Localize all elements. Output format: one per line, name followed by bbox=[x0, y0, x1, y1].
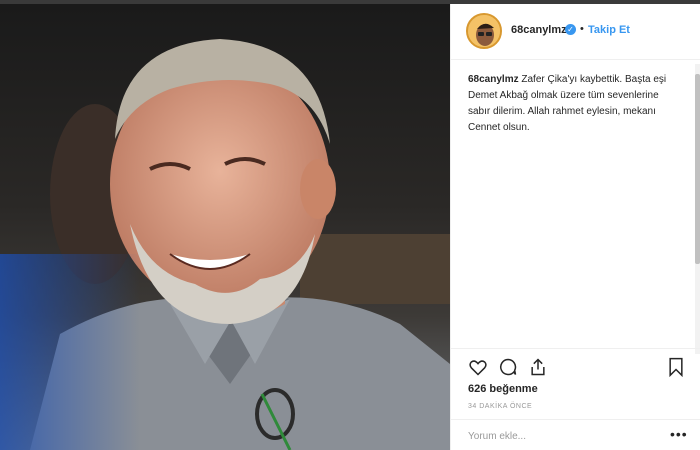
avatar-illustration bbox=[468, 15, 500, 47]
scrollbar-thumb[interactable] bbox=[695, 74, 700, 264]
follow-button[interactable]: Takip Et bbox=[588, 24, 630, 36]
share-icon[interactable] bbox=[528, 357, 548, 377]
post-header: 68canylmz ✓ • Takip Et bbox=[451, 4, 700, 60]
username-link[interactable]: 68canylmz bbox=[511, 24, 567, 36]
more-options-button[interactable]: ••• bbox=[670, 426, 688, 442]
post-photo bbox=[0, 4, 450, 450]
caption-username-link[interactable]: 68canylmz bbox=[468, 74, 519, 85]
comment-input[interactable] bbox=[468, 428, 648, 444]
bookmark-icon[interactable] bbox=[667, 357, 685, 377]
comment-icon[interactable] bbox=[498, 357, 518, 377]
comment-box: ••• bbox=[451, 419, 700, 450]
verified-badge-icon: ✓ bbox=[565, 24, 576, 35]
portrait-illustration bbox=[0, 39, 450, 450]
separator-dot: • bbox=[580, 23, 584, 35]
avatar[interactable] bbox=[466, 13, 502, 49]
post-caption: 68canylmz Zafer Çika'yı kaybettik. Başta… bbox=[468, 72, 682, 136]
post-actions: 626 beğenme 34 DAKİKA ÖNCE ••• bbox=[451, 348, 700, 450]
heart-icon[interactable] bbox=[468, 357, 488, 377]
post-timestamp[interactable]: 34 DAKİKA ÖNCE bbox=[468, 403, 532, 410]
like-count[interactable]: 626 beğenme bbox=[468, 383, 538, 395]
comments-scrollbar[interactable] bbox=[695, 64, 700, 354]
post-sidebar: 68canylmz ✓ • Takip Et 68canylmz Zafer Ç… bbox=[450, 4, 700, 450]
